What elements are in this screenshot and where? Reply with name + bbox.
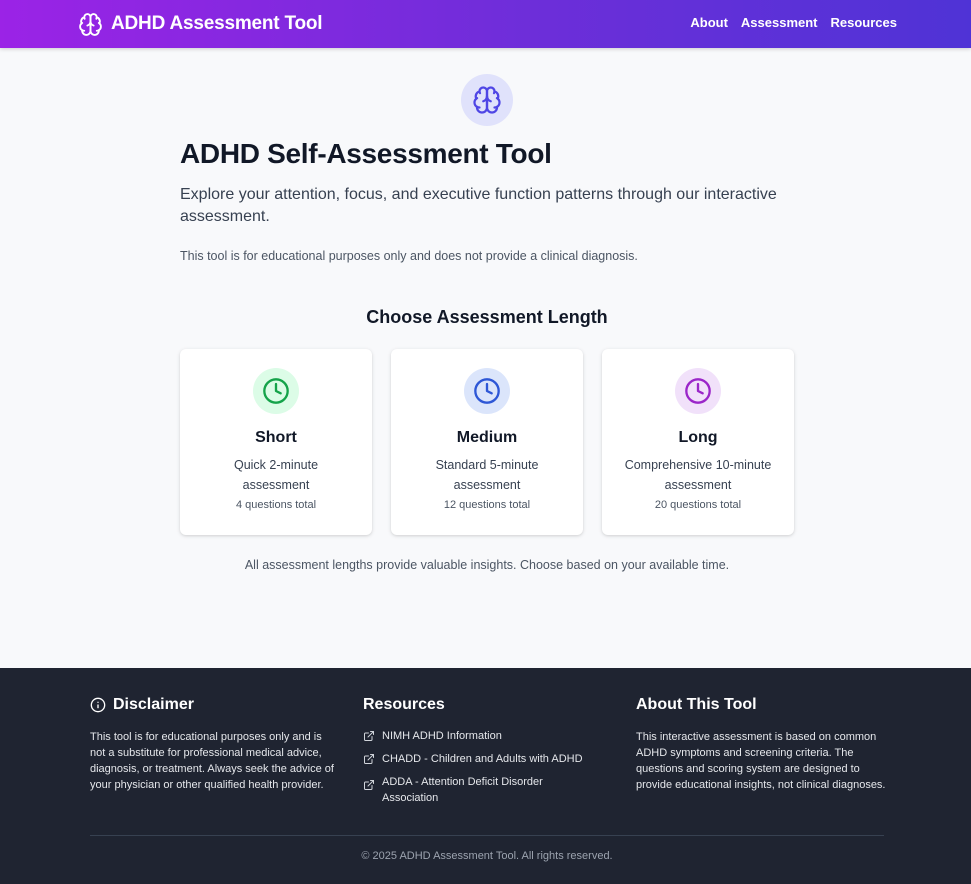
option-name: Long — [678, 429, 718, 446]
clock-icon — [263, 378, 289, 404]
option-name: Short — [255, 429, 297, 446]
hero-icon-badge — [461, 74, 513, 126]
option-question-count: 20 questions total — [654, 499, 742, 511]
external-link-icon — [364, 754, 374, 764]
option-card-medium[interactable]: Medium Standard 5-minute assessment 12 q… — [391, 349, 583, 535]
option-card-short[interactable]: Short Quick 2-minute assessment 4 questi… — [180, 349, 372, 535]
nav-links: About Assessment Resources — [690, 15, 897, 30]
copyright: © 2025 ADHD Assessment Tool. All rights … — [361, 850, 613, 862]
external-link-icon — [364, 780, 374, 790]
footer-about-text: This interactive assessment is based on … — [636, 731, 886, 791]
assessment-options: Short Quick 2-minute assessment 4 questi… — [180, 349, 794, 535]
option-name: Medium — [456, 429, 518, 446]
footer-disclaimer: Disclaimer This tool is for educational … — [90, 696, 340, 793]
option-question-count: 4 questions total — [235, 499, 317, 511]
navbar: ADHD Assessment Tool About Assessment Re… — [0, 0, 971, 48]
assessment-note: All assessment lengths provide valuable … — [244, 558, 730, 572]
resource-link-adda[interactable]: ADDA - Attention Deficit Disorder Associ… — [363, 774, 613, 806]
nav-link-resources[interactable]: Resources — [831, 15, 897, 30]
info-icon — [90, 697, 106, 713]
footer-resources-title: Resources — [363, 696, 445, 713]
option-icon-badge — [464, 368, 510, 414]
brain-icon — [473, 86, 501, 114]
footer-disclaimer-heading: Disclaimer — [90, 696, 340, 714]
nav-link-assessment[interactable]: Assessment — [741, 15, 818, 30]
option-description: Quick 2-minute assessment — [233, 458, 319, 492]
option-description: Standard 5-minute assessment — [435, 458, 539, 492]
option-card-long[interactable]: Long Comprehensive 10-minute assessment … — [602, 349, 794, 535]
resource-link-label: CHADD - Children and Adults with ADHD — [382, 753, 583, 765]
resource-link-label: NIMH ADHD Information — [382, 730, 502, 742]
resource-link-chadd[interactable]: CHADD - Children and Adults with ADHD — [363, 751, 613, 767]
footer: Disclaimer This tool is for educational … — [0, 668, 971, 884]
option-question-count: 12 questions total — [443, 499, 531, 511]
page-subtitle: Explore your attention, focus, and execu… — [180, 186, 777, 225]
page-title: ADHD Self-Assessment Tool — [180, 138, 552, 169]
brand-link[interactable]: ADHD Assessment Tool — [78, 11, 323, 37]
footer-about: About This Tool This interactive assessm… — [636, 696, 886, 793]
brand-title: ADHD Assessment Tool — [111, 13, 323, 34]
footer-resource-links: NIMH ADHD Information CHADD - Children a… — [363, 728, 613, 806]
clock-icon — [685, 378, 711, 404]
external-link-icon — [364, 731, 374, 741]
footer-divider — [90, 835, 884, 836]
brain-icon — [79, 12, 102, 36]
resource-link-label: ADDA - Attention Deficit Disorder Associ… — [382, 776, 543, 804]
option-icon-badge — [253, 368, 299, 414]
clock-icon — [474, 378, 500, 404]
option-icon-badge — [675, 368, 721, 414]
educational-note: This tool is for educational purposes on… — [180, 249, 638, 263]
option-description: Comprehensive 10-minute assessment — [624, 458, 772, 492]
footer-disclaimer-title: Disclaimer — [113, 696, 194, 713]
resource-link-nimh[interactable]: NIMH ADHD Information — [363, 728, 613, 744]
section-heading: Choose Assessment Length — [366, 307, 608, 327]
footer-resources: Resources NIMH ADHD Information CHADD - … — [363, 696, 613, 813]
footer-disclaimer-text: This tool is for educational purposes on… — [90, 731, 334, 791]
nav-link-about[interactable]: About — [690, 15, 728, 30]
footer-about-title: About This Tool — [636, 696, 757, 713]
